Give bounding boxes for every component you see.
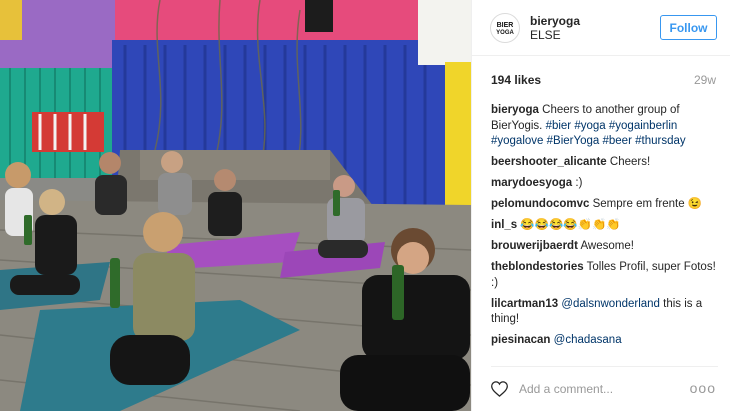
likes-count[interactable]: 194 likes <box>491 73 541 87</box>
comment-row: beershooter_alicante Cheers! <box>491 155 718 171</box>
comment-row: bieryoga Cheers to another group of Bier… <box>491 103 718 150</box>
comment-text: Cheers! <box>609 156 651 168</box>
comment-link[interactable]: #BierYoga <box>547 135 600 147</box>
post-photo[interactable] <box>0 0 471 411</box>
post-time[interactable]: 29w <box>694 73 716 87</box>
post-sidebar: BIER YOGA bieryoga ELSE Follow 194 likes… <box>471 0 730 411</box>
comment-username[interactable]: brouwerijbaerdt <box>491 240 578 252</box>
comment-link[interactable]: @chadasana <box>554 334 622 346</box>
comment-link[interactable]: #yoga <box>574 120 605 132</box>
beer-yoga-photo <box>0 0 471 411</box>
heart-outline-icon[interactable] <box>491 380 509 398</box>
comments-list: bieryoga Cheers to another group of Bier… <box>491 103 718 354</box>
comment-text: Sempre em frente 😉 <box>592 198 703 210</box>
comment-link[interactable]: #yogalove <box>491 135 543 147</box>
post-location[interactable]: ELSE <box>530 28 580 42</box>
comment-username[interactable]: inl_s <box>491 219 517 231</box>
comment-row: theblondestories Tolles Profil, super Fo… <box>491 260 718 291</box>
comment-text: 😂😂😂😂👏👏👏 <box>520 219 621 231</box>
more-options-icon[interactable]: ooo <box>690 380 716 396</box>
comment-row: pelomundocomvc Sempre em frente 😉 <box>491 197 718 213</box>
comment-link[interactable]: #beer <box>603 135 632 147</box>
post-stats: 194 likes 29w <box>491 73 716 89</box>
comment-text: :) <box>575 177 583 189</box>
comment-username[interactable]: beershooter_alicante <box>491 156 607 168</box>
comment-link[interactable]: #thursday <box>635 135 686 147</box>
post-username[interactable]: bieryoga <box>530 14 580 28</box>
follow-button[interactable]: Follow <box>660 15 717 40</box>
comment-text: Awesome! <box>580 240 634 252</box>
comment-row: brouwerijbaerdt Awesome! <box>491 239 718 255</box>
comment-link[interactable]: @dalsnwonderland <box>561 298 660 310</box>
comment-row: marydoesyoga :) <box>491 176 718 192</box>
user-block: bieryoga ELSE <box>530 14 580 42</box>
add-comment-input[interactable] <box>519 382 669 396</box>
svg-text:YOGA: YOGA <box>496 30 514 36</box>
comment-username[interactable]: pelomundocomvc <box>491 198 589 210</box>
comment-username[interactable]: marydoesyoga <box>491 177 572 189</box>
comment-row: inl_s 😂😂😂😂👏👏👏 <box>491 218 718 234</box>
bieryoga-logo-icon: BIER YOGA <box>492 14 518 41</box>
comment-username[interactable]: lilcartman13 <box>491 298 558 310</box>
comment-row: piesinacan @chadasana <box>491 333 718 349</box>
comment-link[interactable]: #yogainberlin <box>609 120 677 132</box>
svg-text:BIER: BIER <box>497 22 514 29</box>
post-header: BIER YOGA bieryoga ELSE Follow <box>472 0 730 56</box>
comment-row: lilcartman13 @dalsnwonderland this is a … <box>491 297 718 328</box>
avatar[interactable]: BIER YOGA <box>490 12 520 43</box>
comment-username[interactable]: theblondestories <box>491 261 584 273</box>
comment-username[interactable]: bieryoga <box>491 104 539 116</box>
comment-username[interactable]: piesinacan <box>491 334 550 346</box>
comment-link[interactable]: #bier <box>546 120 572 132</box>
add-comment-bar: ooo <box>491 366 718 411</box>
